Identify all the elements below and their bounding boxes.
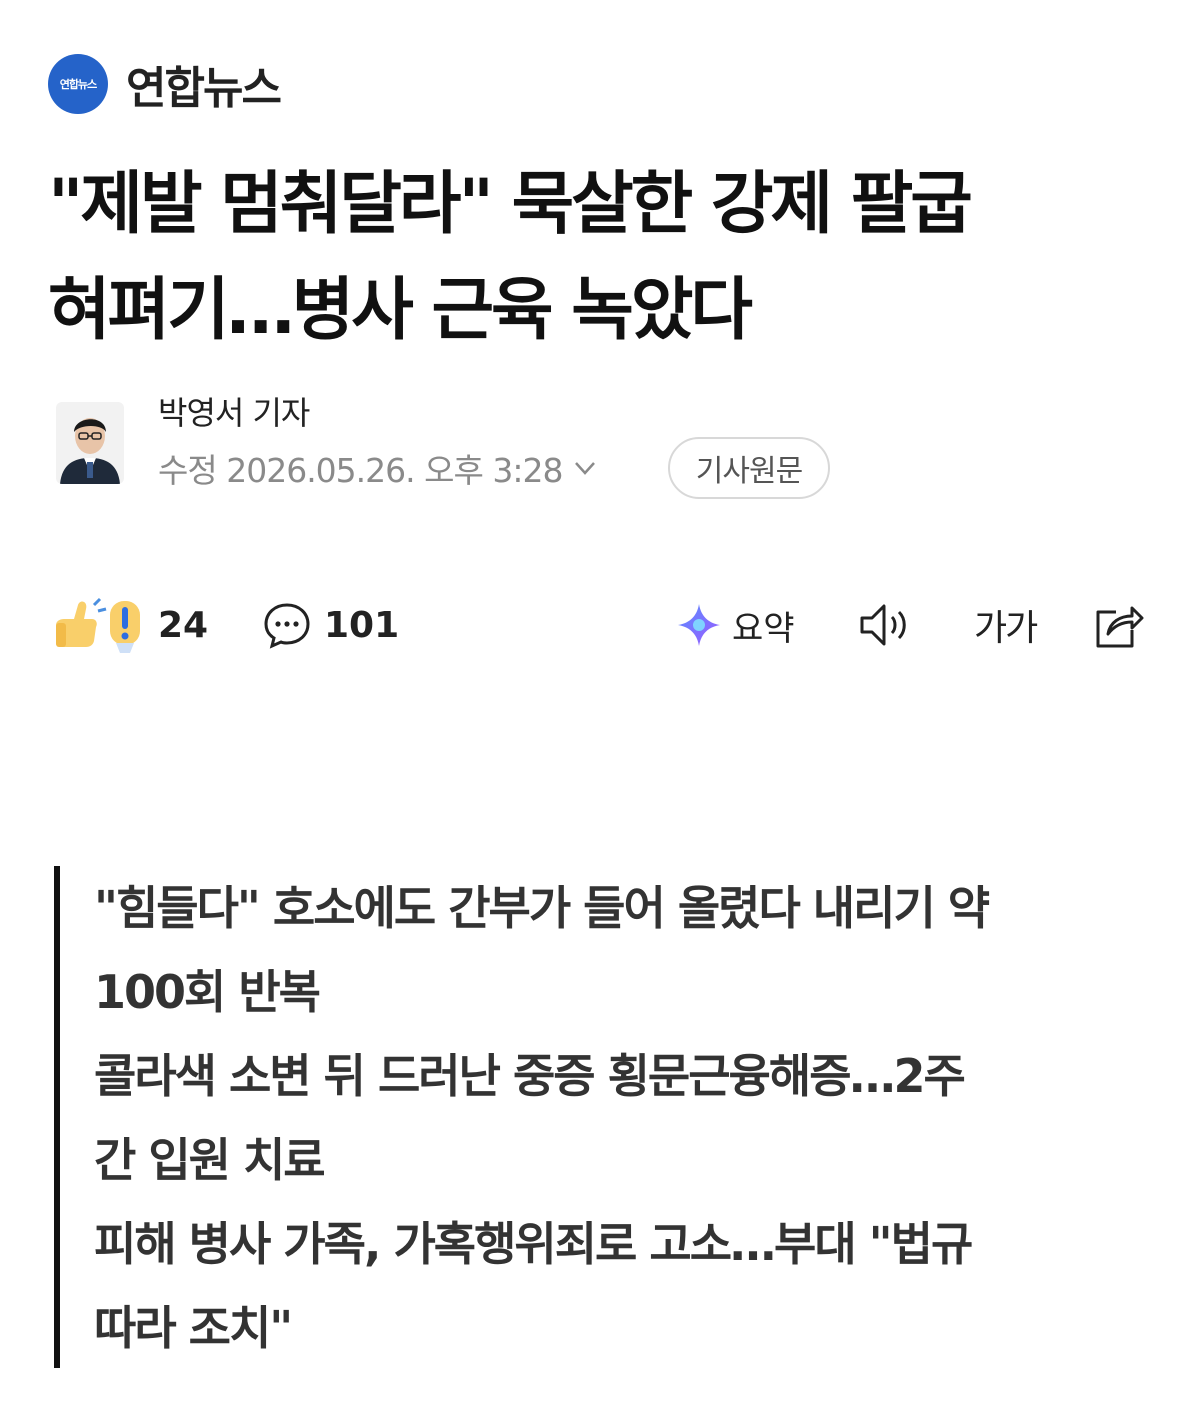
speech-bubble-icon — [264, 603, 310, 649]
dateline-text: 수정 2026.05.26. 오후 3:28 — [158, 451, 563, 490]
reaction-button[interactable]: 24 — [52, 590, 208, 660]
summary-line: 간 입원 치료 — [94, 1133, 326, 1187]
reporter-avatar[interactable] — [56, 402, 124, 484]
share-icon — [1096, 606, 1144, 648]
action-bar: 24 101 요약 가가 — [0, 590, 1200, 660]
summary-line: 따라 조치" — [94, 1301, 293, 1355]
reporter-name[interactable]: 박영서 기자 — [158, 388, 310, 434]
font-size-icon: 가가 — [974, 599, 1038, 651]
listen-button[interactable] — [858, 590, 916, 660]
summary-line: 100회 반복 — [94, 965, 321, 1019]
press-logo: 연합뉴스 — [48, 54, 108, 114]
article-dateline: 수정 2026.05.26. 오후 3:28 — [158, 444, 600, 492]
summary-label: 요약 — [732, 608, 795, 649]
summary-line: 피해 병사 가족, 가혹행위죄로 고소…부대 "법규 — [94, 1217, 973, 1271]
article-headline: "제발 멈춰달라" 묵살한 강제 팔굽 혀펴기…병사 근육 녹았다 — [48, 152, 1158, 364]
summary-line: "힘들다" 호소에도 간부가 들어 올렸다 내리기 약 — [94, 881, 990, 935]
reaction-count: 24 — [158, 604, 209, 646]
thumb-and-exclamation-icon — [56, 597, 140, 653]
speaker-icon — [860, 604, 906, 646]
ai-sparkle-icon — [678, 604, 720, 646]
press-name: 연합뉴스 — [126, 63, 282, 114]
chevron-down-icon[interactable] — [570, 453, 600, 483]
headline-line-1: "제발 멈춰달라" 묵살한 강제 팔굽 — [48, 165, 973, 244]
font-size-button[interactable]: 가가 — [974, 590, 1038, 660]
share-button[interactable] — [1092, 590, 1146, 660]
summary-line: 콜라색 소변 뒤 드러난 중증 횡문근융해증…2주 — [94, 1049, 966, 1103]
comment-button[interactable]: 101 — [262, 590, 399, 660]
original-article-button[interactable]: 기사원문 — [668, 437, 830, 499]
summary-button[interactable]: 요약 — [676, 590, 795, 660]
font-size-label: 가가 — [974, 608, 1038, 649]
article-summary: "힘들다" 호소에도 간부가 들어 올렸다 내리기 약 100회 반복 콜라색 … — [54, 866, 1144, 1368]
press-header[interactable]: 연합뉴스 연합뉴스 — [48, 52, 282, 116]
headline-line-2: 혀펴기…병사 근육 녹았다 — [48, 271, 753, 350]
comment-count: 101 — [324, 604, 400, 646]
